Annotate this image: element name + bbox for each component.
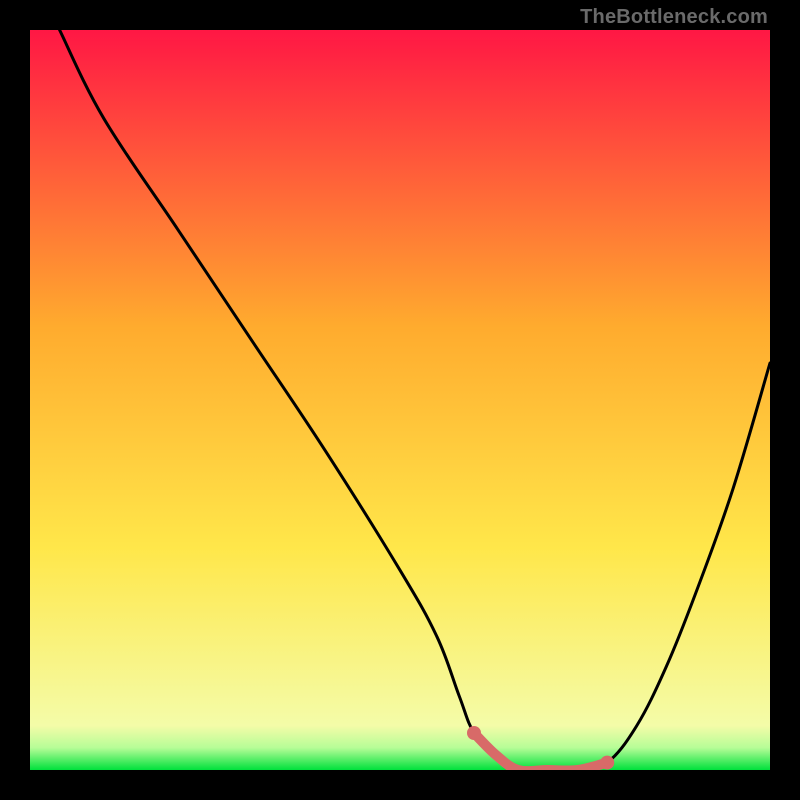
chart-frame [30,30,770,770]
watermark-text: TheBottleneck.com [580,6,768,29]
gradient-background [30,30,770,770]
optimal-zone-end-marker [600,756,614,770]
bottleneck-chart [30,30,770,770]
optimal-zone-start-marker [467,726,481,740]
